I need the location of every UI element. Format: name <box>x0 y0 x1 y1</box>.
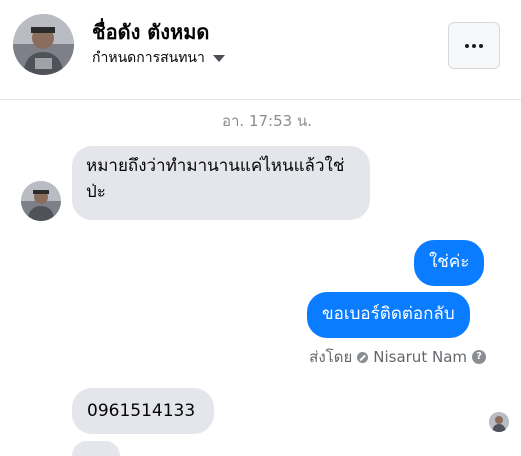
chevron-down-icon <box>212 54 225 62</box>
seen-photo-icon <box>489 412 509 432</box>
sent-by-name[interactable]: Nisarut Nam <box>373 348 467 366</box>
sent-by-prefix: ส่งโดย <box>309 348 353 366</box>
contact-photo-icon <box>13 14 74 75</box>
contact-avatar[interactable] <box>13 14 74 75</box>
outgoing-message[interactable]: ขอเบอร์ติดต่อกลับ <box>307 292 470 338</box>
seen-by-avatar <box>489 412 509 432</box>
check-icon <box>357 351 369 363</box>
incoming-message[interactable]: หมายถึงว่าทำมานานแค่ไหนแล้วใช่ป่ะ <box>72 146 370 220</box>
conversation-settings-dropdown[interactable]: กำหนดการสนทนา <box>92 47 225 69</box>
more-options-icon <box>465 43 483 48</box>
incoming-message[interactable]: 0961514133 <box>72 388 214 434</box>
incoming-message-partial[interactable] <box>72 441 120 456</box>
sender-avatar[interactable] <box>21 181 61 221</box>
conversation-settings-label: กำหนดการสนทนา <box>92 50 205 66</box>
contact-name[interactable]: ชื่อดัง ตังหมด <box>92 16 209 48</box>
more-options-button[interactable] <box>448 22 500 69</box>
help-icon[interactable]: ? <box>472 350 486 364</box>
sender-photo-icon <box>21 181 61 221</box>
sent-by-info: ส่งโดย Nisarut Nam ? <box>309 345 486 369</box>
outgoing-message[interactable]: ใช่ค่ะ <box>414 240 485 286</box>
message-timestamp: อา. 17:53 น. <box>222 112 312 130</box>
conversation-header: ชื่อดัง ตังหมด กำหนดการสนทนา <box>0 0 521 100</box>
